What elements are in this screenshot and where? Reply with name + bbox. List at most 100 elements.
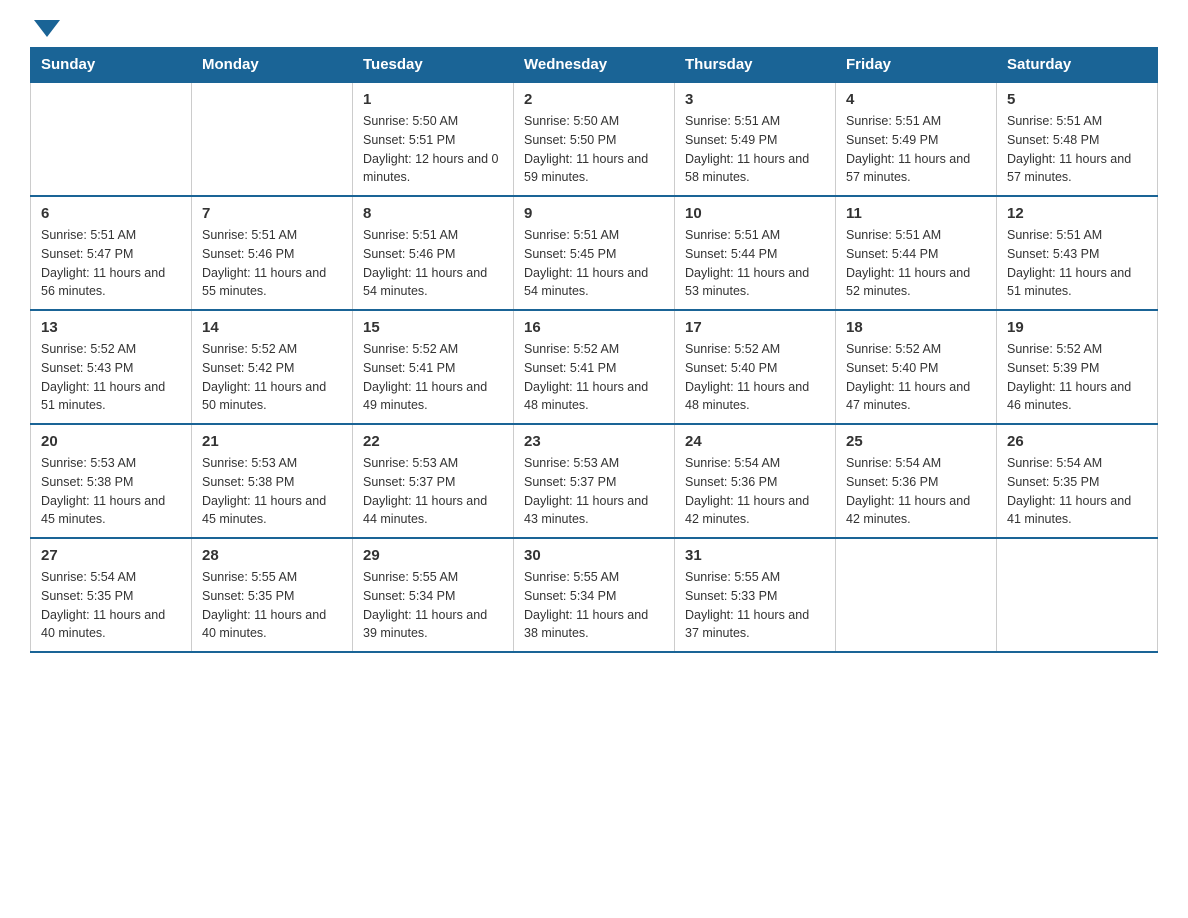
calendar-cell: 20 Sunrise: 5:53 AMSunset: 5:38 PMDayligh…: [31, 424, 192, 538]
day-info: Sunrise: 5:51 AMSunset: 5:46 PMDaylight:…: [202, 226, 342, 301]
day-info: Sunrise: 5:51 AMSunset: 5:44 PMDaylight:…: [846, 226, 986, 301]
calendar-cell: 21 Sunrise: 5:53 AMSunset: 5:38 PMDayligh…: [192, 424, 353, 538]
day-info: Sunrise: 5:51 AMSunset: 5:48 PMDaylight:…: [1007, 112, 1147, 187]
day-info: Sunrise: 5:55 AMSunset: 5:33 PMDaylight:…: [685, 568, 825, 643]
day-number: 29: [363, 547, 503, 564]
calendar-cell: 10Sunrise: 5:51 AMSunset: 5:44 PMDayligh…: [675, 196, 836, 310]
column-header-friday: Friday: [836, 48, 997, 83]
day-info: Sunrise: 5:51 AMSunset: 5:46 PMDaylight:…: [363, 226, 503, 301]
day-number: 2: [524, 91, 664, 108]
calendar-cell: 2 Sunrise: 5:50 AMSunset: 5:50 PMDaylight…: [514, 82, 675, 196]
day-number: 17: [685, 319, 825, 336]
calendar-week-row: 6 Sunrise: 5:51 AMSunset: 5:47 PMDaylight…: [31, 196, 1158, 310]
day-number: 6: [41, 205, 181, 222]
day-number: 1: [363, 91, 503, 108]
calendar-cell: 4 Sunrise: 5:51 AMSunset: 5:49 PMDaylight…: [836, 82, 997, 196]
day-info: Sunrise: 5:51 AMSunset: 5:47 PMDaylight:…: [41, 226, 181, 301]
day-number: 23: [524, 433, 664, 450]
calendar-cell: [836, 538, 997, 652]
calendar-table: SundayMondayTuesdayWednesdayThursdayFrid…: [30, 47, 1158, 653]
calendar-cell: 15 Sunrise: 5:52 AMSunset: 5:41 PMDayligh…: [353, 310, 514, 424]
day-info: Sunrise: 5:50 AMSunset: 5:51 PMDaylight:…: [363, 112, 503, 187]
calendar-cell: 25 Sunrise: 5:54 AMSunset: 5:36 PMDayligh…: [836, 424, 997, 538]
day-number: 12: [1007, 205, 1147, 222]
calendar-cell: 23 Sunrise: 5:53 AMSunset: 5:37 PMDayligh…: [514, 424, 675, 538]
calendar-cell: [997, 538, 1158, 652]
day-info: Sunrise: 5:54 AMSunset: 5:36 PMDaylight:…: [846, 454, 986, 529]
day-number: 16: [524, 319, 664, 336]
page-header: [30, 20, 1158, 37]
day-number: 4: [846, 91, 986, 108]
day-info: Sunrise: 5:55 AMSunset: 5:34 PMDaylight:…: [363, 568, 503, 643]
day-number: 22: [363, 433, 503, 450]
day-info: Sunrise: 5:54 AMSunset: 5:35 PMDaylight:…: [1007, 454, 1147, 529]
calendar-week-row: 13 Sunrise: 5:52 AMSunset: 5:43 PMDayligh…: [31, 310, 1158, 424]
day-number: 15: [363, 319, 503, 336]
day-number: 21: [202, 433, 342, 450]
day-info: Sunrise: 5:53 AMSunset: 5:37 PMDaylight:…: [363, 454, 503, 529]
day-info: Sunrise: 5:51 AMSunset: 5:45 PMDaylight:…: [524, 226, 664, 301]
calendar-cell: 28Sunrise: 5:55 AMSunset: 5:35 PMDayligh…: [192, 538, 353, 652]
day-info: Sunrise: 5:50 AMSunset: 5:50 PMDaylight:…: [524, 112, 664, 187]
day-number: 3: [685, 91, 825, 108]
calendar-cell: 6 Sunrise: 5:51 AMSunset: 5:47 PMDaylight…: [31, 196, 192, 310]
day-number: 8: [363, 205, 503, 222]
column-header-thursday: Thursday: [675, 48, 836, 83]
column-header-monday: Monday: [192, 48, 353, 83]
calendar-cell: 1 Sunrise: 5:50 AMSunset: 5:51 PMDaylight…: [353, 82, 514, 196]
calendar-cell: 9 Sunrise: 5:51 AMSunset: 5:45 PMDaylight…: [514, 196, 675, 310]
calendar-cell: [192, 82, 353, 196]
day-info: Sunrise: 5:53 AMSunset: 5:38 PMDaylight:…: [41, 454, 181, 529]
day-info: Sunrise: 5:52 AMSunset: 5:40 PMDaylight:…: [846, 340, 986, 415]
day-info: Sunrise: 5:52 AMSunset: 5:43 PMDaylight:…: [41, 340, 181, 415]
calendar-cell: 5 Sunrise: 5:51 AMSunset: 5:48 PMDaylight…: [997, 82, 1158, 196]
day-info: Sunrise: 5:52 AMSunset: 5:40 PMDaylight:…: [685, 340, 825, 415]
calendar-cell: 16 Sunrise: 5:52 AMSunset: 5:41 PMDayligh…: [514, 310, 675, 424]
calendar-cell: 11Sunrise: 5:51 AMSunset: 5:44 PMDayligh…: [836, 196, 997, 310]
day-number: 7: [202, 205, 342, 222]
day-info: Sunrise: 5:53 AMSunset: 5:37 PMDaylight:…: [524, 454, 664, 529]
calendar-cell: 14 Sunrise: 5:52 AMSunset: 5:42 PMDayligh…: [192, 310, 353, 424]
day-number: 25: [846, 433, 986, 450]
calendar-cell: 29 Sunrise: 5:55 AMSunset: 5:34 PMDayligh…: [353, 538, 514, 652]
day-number: 31: [685, 547, 825, 564]
day-number: 19: [1007, 319, 1147, 336]
day-number: 9: [524, 205, 664, 222]
day-number: 10: [685, 205, 825, 222]
column-header-sunday: Sunday: [31, 48, 192, 83]
calendar-header-row: SundayMondayTuesdayWednesdayThursdayFrid…: [31, 48, 1158, 83]
day-info: Sunrise: 5:52 AMSunset: 5:41 PMDaylight:…: [363, 340, 503, 415]
calendar-cell: 22 Sunrise: 5:53 AMSunset: 5:37 PMDayligh…: [353, 424, 514, 538]
day-info: Sunrise: 5:53 AMSunset: 5:38 PMDaylight:…: [202, 454, 342, 529]
column-header-saturday: Saturday: [997, 48, 1158, 83]
calendar-cell: 30Sunrise: 5:55 AMSunset: 5:34 PMDayligh…: [514, 538, 675, 652]
calendar-cell: 8 Sunrise: 5:51 AMSunset: 5:46 PMDaylight…: [353, 196, 514, 310]
day-number: 26: [1007, 433, 1147, 450]
day-number: 14: [202, 319, 342, 336]
day-info: Sunrise: 5:52 AMSunset: 5:41 PMDaylight:…: [524, 340, 664, 415]
day-number: 20: [41, 433, 181, 450]
day-info: Sunrise: 5:52 AMSunset: 5:39 PMDaylight:…: [1007, 340, 1147, 415]
column-header-wednesday: Wednesday: [514, 48, 675, 83]
day-info: Sunrise: 5:55 AMSunset: 5:35 PMDaylight:…: [202, 568, 342, 643]
day-number: 13: [41, 319, 181, 336]
day-number: 5: [1007, 91, 1147, 108]
day-info: Sunrise: 5:51 AMSunset: 5:49 PMDaylight:…: [846, 112, 986, 187]
day-number: 24: [685, 433, 825, 450]
calendar-cell: 19 Sunrise: 5:52 AMSunset: 5:39 PMDayligh…: [997, 310, 1158, 424]
logo-triangle-icon: [34, 20, 60, 37]
calendar-cell: 31 Sunrise: 5:55 AMSunset: 5:33 PMDayligh…: [675, 538, 836, 652]
calendar-cell: 18Sunrise: 5:52 AMSunset: 5:40 PMDayligh…: [836, 310, 997, 424]
calendar-cell: 7 Sunrise: 5:51 AMSunset: 5:46 PMDaylight…: [192, 196, 353, 310]
day-info: Sunrise: 5:52 AMSunset: 5:42 PMDaylight:…: [202, 340, 342, 415]
calendar-cell: [31, 82, 192, 196]
calendar-week-row: 27Sunrise: 5:54 AMSunset: 5:35 PMDayligh…: [31, 538, 1158, 652]
day-info: Sunrise: 5:51 AMSunset: 5:43 PMDaylight:…: [1007, 226, 1147, 301]
day-info: Sunrise: 5:54 AMSunset: 5:35 PMDaylight:…: [41, 568, 181, 643]
calendar-cell: 17 Sunrise: 5:52 AMSunset: 5:40 PMDayligh…: [675, 310, 836, 424]
calendar-week-row: 20 Sunrise: 5:53 AMSunset: 5:38 PMDayligh…: [31, 424, 1158, 538]
column-header-tuesday: Tuesday: [353, 48, 514, 83]
calendar-cell: 24 Sunrise: 5:54 AMSunset: 5:36 PMDayligh…: [675, 424, 836, 538]
calendar-cell: 26 Sunrise: 5:54 AMSunset: 5:35 PMDayligh…: [997, 424, 1158, 538]
day-info: Sunrise: 5:54 AMSunset: 5:36 PMDaylight:…: [685, 454, 825, 529]
